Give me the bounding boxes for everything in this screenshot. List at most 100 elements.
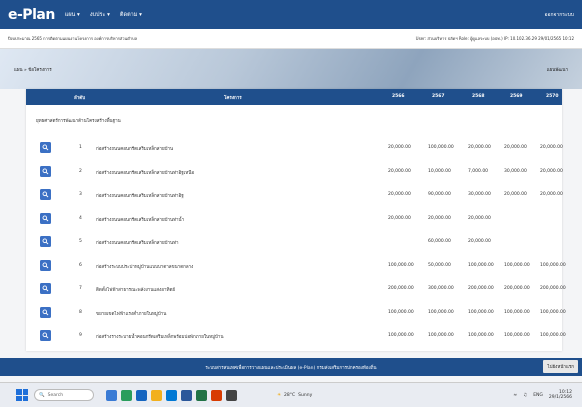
- budget-v2: 100,000.00: [428, 145, 454, 150]
- budget-v1: 100,000.00: [388, 333, 414, 338]
- budget-v4: 20,000.00: [504, 192, 527, 197]
- budget-v1: 20,000.00: [388, 192, 411, 197]
- nav-item-plan[interactable]: แผน: [65, 11, 80, 19]
- top-nav-menu: แผน งบประ ติดตาม: [65, 11, 142, 19]
- breadcrumb[interactable]: แผน » ข้อโครงการ: [14, 66, 52, 73]
- budget-v4: 200,000.00: [504, 286, 530, 291]
- budget-v3: 20,000.00: [468, 215, 491, 221]
- file-explorer-icon[interactable]: [106, 389, 117, 401]
- windows-start-icon[interactable]: [16, 389, 28, 401]
- budget-v5: 20,000.00: [540, 168, 563, 174]
- folder-icon[interactable]: [151, 389, 162, 401]
- view-project-button[interactable]: [40, 306, 51, 318]
- system-tray: ≈ ♫ ENG 10:12 29/1/2566: [513, 390, 572, 400]
- budget-v3: 20,000.00: [468, 145, 491, 150]
- taskbar-search[interactable]: 🔍 Search: [34, 389, 94, 401]
- budget-v4: 20,000.00: [504, 145, 527, 150]
- table-row: 2 ก่อสร้างถนนคอนกรีตเสริมเหล็กสายบ้านท่าอ…: [26, 163, 563, 185]
- budget-v4: 30,000.00: [504, 168, 527, 174]
- magnifier-icon: [42, 262, 49, 268]
- row-number: 2: [79, 168, 82, 174]
- row-number: 1: [79, 145, 82, 150]
- budget-v2: 300,000.00: [428, 286, 454, 291]
- project-name: ก่อสร้างถนนคอนกรีตเสริมเหล็กสายบ้านท่า: [96, 241, 179, 246]
- home-button[interactable]: ไปยังหน้าแรก: [543, 360, 578, 373]
- budget-v1: 20,000.00: [388, 145, 411, 150]
- row-number: 8: [79, 309, 82, 315]
- table-row: 4 ก่อสร้างถนนคอนกรีตเสริมเหล็กสายบ้านท่าน…: [26, 210, 562, 232]
- budget-v4: 100,000.00: [504, 262, 530, 268]
- top-navbar: e-Plan แผน งบประ ติดตาม ออกจากระบบ: [0, 0, 582, 29]
- excel-icon[interactable]: [196, 389, 207, 401]
- project-name: ก่อสร้างถนนคอนกรีตเสริมเหล็กสายบ้านท่าอิ…: [96, 170, 195, 176]
- budget-v5: 100,000.00: [540, 309, 566, 315]
- view-project-button[interactable]: [40, 283, 51, 294]
- view-project-button[interactable]: [40, 259, 51, 271]
- col-header-y5: 2570: [546, 94, 559, 99]
- strategy-group-label: ยุทธศาสตร์การพัฒนาด้านโครงสร้างพื้นฐาน: [36, 119, 121, 124]
- project-name: ก่อสร้างรางระบายน้ำคอนกรีตเสริมเหล็กพร้อ…: [96, 335, 224, 340]
- breadcrumb-right[interactable]: แผนพัฒนา: [547, 66, 568, 73]
- store-icon[interactable]: [166, 389, 177, 401]
- row-number: 7: [79, 286, 82, 291]
- budget-v4: 100,000.00: [504, 309, 530, 315]
- budget-v3: 7,000.00: [468, 168, 489, 174]
- budget-v5: 200,000.00: [540, 286, 566, 291]
- user-info-bar: ปีงบประมาณ 2565 การติดตามแผนงานโครงการ อ…: [0, 29, 582, 49]
- clock[interactable]: 10:12 29/1/2566: [549, 390, 572, 400]
- logout-link[interactable]: ออกจากระบบ: [544, 11, 574, 19]
- table-row: 1 ก่อสร้างถนนคอนกรีตเสริมเหล็กสายบ้าน 20,0…: [26, 139, 563, 161]
- language-indicator[interactable]: ENG: [533, 393, 543, 398]
- budget-v3: 100,000.00: [468, 262, 494, 268]
- header-banner: [0, 49, 582, 89]
- view-project-button[interactable]: [40, 212, 51, 224]
- project-name: ก่อสร้างถนนคอนกรีตเสริมเหล็กสายบ้าน: [96, 147, 174, 152]
- magnifier-icon: [42, 238, 49, 245]
- app-logo[interactable]: e-Plan: [8, 7, 55, 23]
- table-row: 7 ติดตั้งไฟฟ้าสาธารณะพลังงานแสงอาทิตย์ 200…: [26, 280, 566, 302]
- budget-v2: 20,000.00: [428, 215, 451, 221]
- budget-v4: 100,000.00: [504, 333, 530, 338]
- project-name: ก่อสร้างถนนคอนกรีตเสริมเหล็กสายบ้านท่าอิ…: [96, 194, 184, 199]
- view-project-button[interactable]: [40, 330, 51, 341]
- view-project-button[interactable]: [40, 236, 51, 247]
- edge-browser-icon[interactable]: [121, 389, 132, 401]
- budget-v1: 100,000.00: [388, 262, 414, 268]
- view-project-button[interactable]: [40, 142, 51, 153]
- row-number: 5: [79, 239, 82, 244]
- budget-v2: 100,000.00: [428, 309, 454, 315]
- budget-v1: 200,000.00: [388, 286, 414, 291]
- powerpoint-icon[interactable]: [211, 389, 222, 401]
- project-name: ก่อสร้างถนนคอนกรีตเสริมเหล็กสายบ้านท่าน้…: [96, 217, 185, 223]
- budget-v1: 20,000.00: [388, 168, 411, 174]
- col-header-y3: 2568: [472, 94, 485, 99]
- magnifier-icon: [42, 191, 49, 198]
- budget-v2: 100,000.00: [428, 333, 454, 338]
- page-footer: ระบบสารสนเทศเพื่อการวางแผนและประเมินผล (…: [0, 358, 582, 376]
- view-project-button[interactable]: [40, 165, 51, 177]
- nav-item-budget[interactable]: งบประ: [90, 11, 110, 19]
- view-project-button[interactable]: [40, 189, 51, 200]
- budget-v3: 200,000.00: [468, 286, 494, 291]
- magnifier-icon: [42, 144, 49, 151]
- volume-icon[interactable]: ♫: [523, 393, 527, 398]
- budget-v2: 50,000.00: [428, 262, 451, 268]
- table-row: 6 ก่อสร้างระบบประปาหมู่บ้านแบบบาดาลขนาดกล…: [26, 257, 566, 279]
- budget-v2: 90,000.00: [428, 192, 451, 197]
- chrome-icon[interactable]: [136, 389, 147, 401]
- wifi-icon[interactable]: ≈: [513, 393, 517, 398]
- table-row: 8 ขยายเขตไฟฟ้าแรงต่ำภายในหมู่บ้าน 100,000.…: [26, 304, 566, 326]
- os-taskbar: 🔍 Search ☀ 28°C Sunny ≈ ♫ ENG 10:12 29/1…: [0, 382, 582, 407]
- magnifier-icon: [42, 309, 49, 315]
- table-row: 3 ก่อสร้างถนนคอนกรีตเสริมเหล็กสายบ้านท่าอ…: [26, 186, 563, 208]
- weather-widget[interactable]: ☀ 28°C Sunny: [277, 393, 312, 398]
- project-name: ขยายเขตไฟฟ้าแรงต่ำภายในหมู่บ้าน: [96, 311, 167, 317]
- project-name: ก่อสร้างระบบประปาหมู่บ้านแบบบาดาลขนาดกลา…: [96, 264, 194, 270]
- app-icon[interactable]: [226, 389, 237, 401]
- word-icon[interactable]: [181, 389, 192, 401]
- table-row: 9 ก่อสร้างรางระบายน้ำคอนกรีตเสริมเหล็กพร้…: [26, 327, 566, 349]
- col-header-y2: 2567: [432, 94, 445, 99]
- weather-temp: 28°C: [284, 392, 296, 398]
- nav-item-monitor[interactable]: ติดตาม: [120, 11, 142, 19]
- magnifier-icon: [42, 285, 49, 292]
